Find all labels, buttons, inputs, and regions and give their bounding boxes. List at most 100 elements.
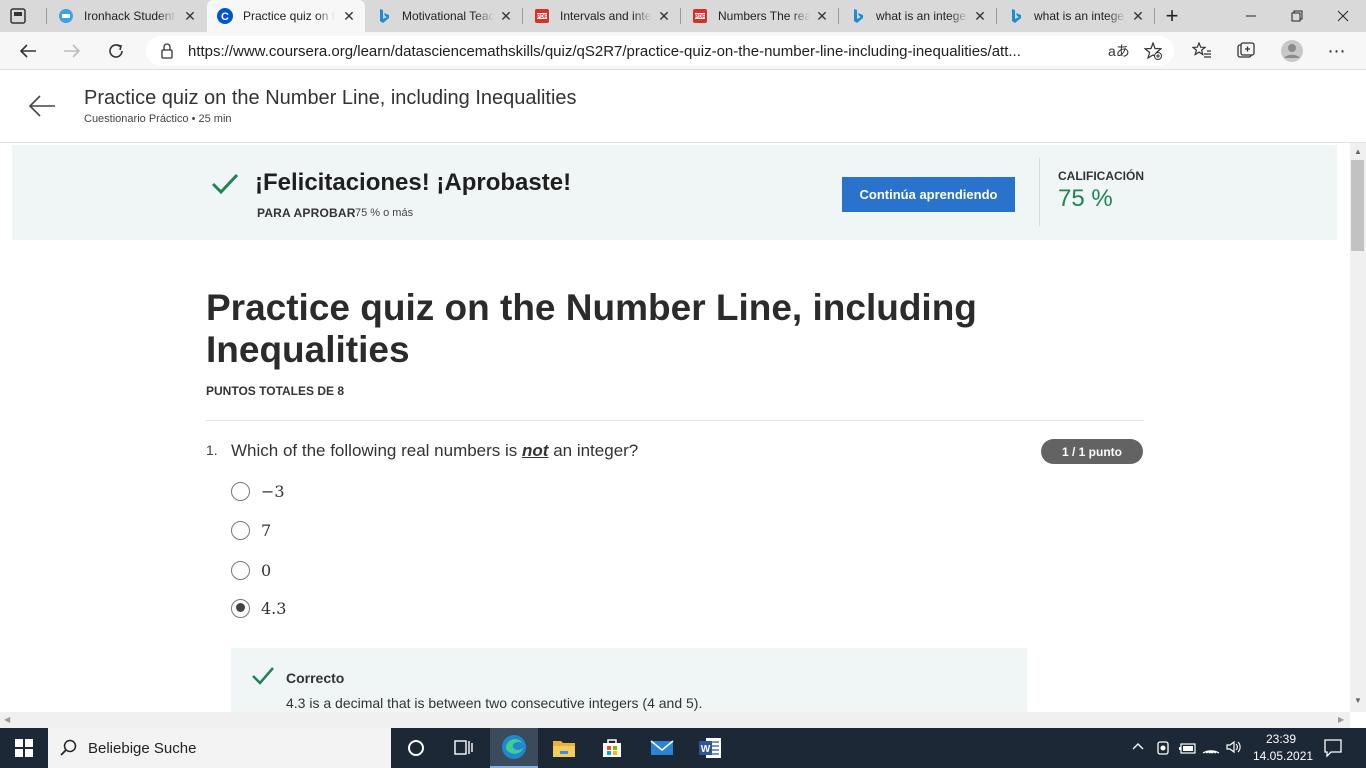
edge-browser-icon[interactable] <box>490 728 538 768</box>
answer-option[interactable]: 7 <box>231 519 271 541</box>
microsoft-store-icon[interactable] <box>588 728 636 768</box>
course-header: Practice quiz on the Number Line, includ… <box>0 70 1366 143</box>
scroll-right-icon[interactable]: ▶ <box>1338 715 1344 724</box>
tab-integer-search-1[interactable]: what is an intege ✕ <box>840 0 996 32</box>
scroll-left-icon[interactable]: ◀ <box>4 715 10 724</box>
ironhack-icon <box>58 8 74 24</box>
word-icon[interactable]: W <box>686 728 734 768</box>
restore-icon[interactable] <box>1274 0 1320 32</box>
back-arrow-icon[interactable] <box>28 94 56 118</box>
minimize-icon[interactable] <box>1228 0 1274 32</box>
profile-avatar-icon[interactable] <box>1278 37 1306 65</box>
mail-icon[interactable] <box>638 728 686 768</box>
file-explorer-icon[interactable] <box>540 728 588 768</box>
continue-learning-button[interactable]: Continúa aprendiendo <box>842 177 1015 212</box>
wifi-icon[interactable] <box>1202 739 1220 760</box>
meet-now-icon[interactable] <box>1156 740 1170 761</box>
radio-button[interactable] <box>231 481 250 501</box>
coursera-icon: C <box>217 8 233 24</box>
search-icon <box>60 739 78 762</box>
feedback-box: Correcto 4.3 is a decimal that is betwee… <box>231 648 1027 712</box>
banner-divider <box>1039 158 1040 226</box>
pass-banner: ¡Felicitaciones! ¡Aprobaste! PARA APROBA… <box>12 145 1337 240</box>
refresh-icon[interactable] <box>102 37 130 65</box>
bing-icon <box>376 8 392 24</box>
tab-actions-icon[interactable] <box>8 6 28 26</box>
grade-value: 75 % <box>1058 185 1113 212</box>
bing-icon <box>1008 8 1024 24</box>
quiz-page: ¡Felicitaciones! ¡Aprobaste! PARA APROBA… <box>0 143 1350 712</box>
radio-button[interactable] <box>231 560 250 580</box>
collections-icon[interactable] <box>1232 37 1260 65</box>
scroll-up-icon[interactable]: ▲ <box>1354 147 1362 156</box>
tab-coursera-quiz[interactable]: C Practice quiz on t ✕ <box>207 0 365 32</box>
favorites-icon[interactable] <box>1188 37 1216 65</box>
question-number: 1. <box>206 442 218 458</box>
svg-text:C: C <box>221 11 229 23</box>
divider <box>206 420 1144 421</box>
tab-motivational[interactable]: Motivational Teac ✕ <box>366 0 522 32</box>
question-text: Which of the following real numbers is n… <box>231 441 639 460</box>
answer-option[interactable]: 0 <box>231 559 271 581</box>
option-label: 7 <box>261 520 272 540</box>
banner-title: ¡Felicitaciones! ¡Aprobaste! <box>255 169 572 196</box>
close-tab-icon[interactable]: ✕ <box>1130 8 1146 24</box>
tab-integer-search-2[interactable]: what is an intege ✕ <box>998 0 1154 32</box>
task-view-icon[interactable] <box>440 728 488 768</box>
tab-label: Intervals and inte <box>560 9 652 23</box>
pdf-icon: PDF <box>534 8 550 24</box>
header-subtitle: Cuestionario Práctico • 25 min <box>84 113 232 125</box>
svg-text:PDF: PDF <box>537 14 547 20</box>
lock-icon[interactable] <box>160 43 174 64</box>
tab-label: Ironhack Student <box>84 9 175 23</box>
option-label: −3 <box>261 481 285 501</box>
tab-label: what is an intege <box>876 9 967 23</box>
volume-icon[interactable] <box>1226 740 1242 759</box>
option-label: 0 <box>261 560 272 580</box>
tab-intervals-pdf[interactable]: PDF Intervals and inte ✕ <box>524 0 680 32</box>
forward-icon[interactable] <box>58 37 86 65</box>
tab-numbers-pdf[interactable]: PDF Numbers The rea ✕ <box>682 0 838 32</box>
scroll-thumb[interactable] <box>1351 160 1364 251</box>
bing-icon <box>850 8 866 24</box>
taskbar-search-box[interactable]: Beliebige Suche <box>48 728 391 768</box>
question-score-badge: 1 / 1 punto <box>1041 439 1143 464</box>
answer-option[interactable]: −3 <box>231 480 285 502</box>
back-icon[interactable] <box>14 37 42 65</box>
close-tab-icon[interactable]: ✕ <box>656 8 672 24</box>
close-tab-icon[interactable]: ✕ <box>814 8 830 24</box>
notifications-icon[interactable] <box>1323 738 1343 763</box>
close-tab-icon[interactable]: ✕ <box>341 8 357 24</box>
radio-button-selected[interactable] <box>231 598 250 618</box>
cortana-icon[interactable] <box>392 728 440 768</box>
total-points: PUNTOS TOTALES DE 8 <box>206 384 345 398</box>
feedback-title: Correcto <box>286 670 345 686</box>
close-tab-icon[interactable]: ✕ <box>972 8 988 24</box>
add-favorite-icon[interactable] <box>1143 41 1163 65</box>
close-window-icon[interactable] <box>1320 0 1366 32</box>
svg-text:W: W <box>701 744 711 755</box>
header-title: Practice quiz on the Number Line, includ… <box>84 87 577 109</box>
close-tab-icon[interactable]: ✕ <box>498 8 514 24</box>
option-label: 4.3 <box>261 598 287 618</box>
battery-icon[interactable] <box>1178 741 1196 759</box>
search-placeholder: Beliebige Suche <box>88 740 197 757</box>
browser-tab-strip: Ironhack Student ✕ C Practice quiz on t … <box>0 0 1366 32</box>
read-aloud-icon[interactable]: aあ <box>1108 41 1130 61</box>
radio-button[interactable] <box>231 520 250 540</box>
emphasis-text: not <box>522 441 549 460</box>
show-hidden-icons-icon[interactable] <box>1132 740 1144 758</box>
clock-time[interactable]: 23:39 <box>1266 732 1296 746</box>
url-text[interactable]: https://www.coursera.org/learn/datascien… <box>188 43 1108 60</box>
windows-taskbar: Beliebige Suche W 23:39 14.05.2021 <box>0 728 1366 768</box>
answer-option-selected[interactable]: 4.3 <box>231 597 286 619</box>
new-tab-icon[interactable]: + <box>1150 0 1194 32</box>
clock-date[interactable]: 14.05.2021 <box>1253 749 1313 763</box>
horizontal-scrollbar[interactable]: ◀ ▶ <box>0 712 1350 728</box>
close-tab-icon[interactable]: ✕ <box>182 8 198 24</box>
more-menu-icon[interactable]: ⋯ <box>1323 37 1351 65</box>
tab-ironhack[interactable]: Ironhack Student ✕ <box>48 0 206 32</box>
scroll-down-icon[interactable]: ▼ <box>1354 696 1362 705</box>
address-bar[interactable]: https://www.coursera.org/learn/datascien… <box>146 36 1174 66</box>
windows-start-icon[interactable] <box>0 728 48 768</box>
